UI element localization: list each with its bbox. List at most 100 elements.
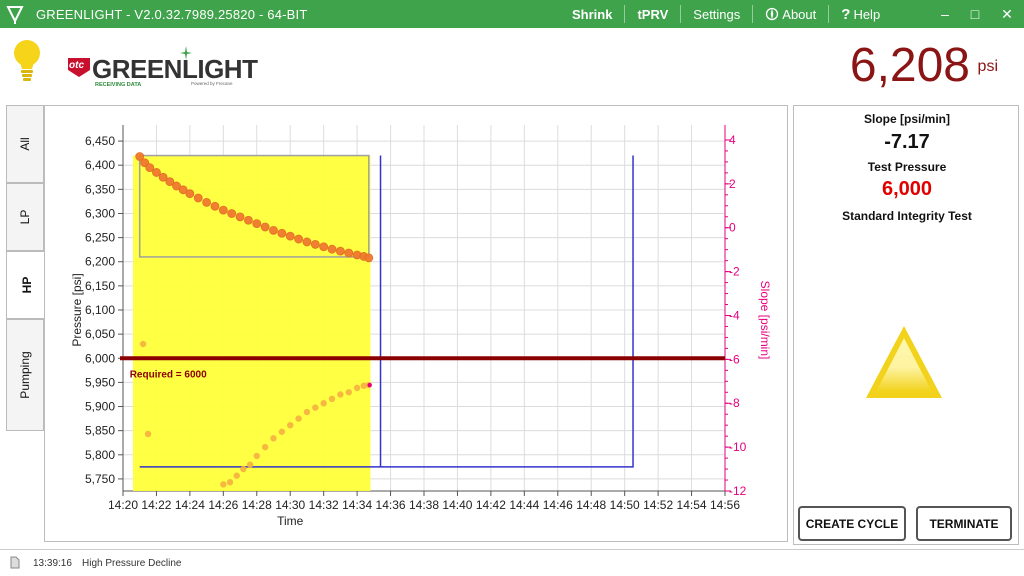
- x-tick-label: 14:54: [677, 498, 707, 512]
- menu-divider: [828, 5, 830, 23]
- y2-tick-label: -10: [729, 440, 747, 454]
- x-tick-label: 14:38: [409, 498, 439, 512]
- help-icon: ?: [841, 5, 851, 23]
- powered-by-text: Powered by Frecane: [191, 81, 233, 86]
- x-tick-label: 14:56: [710, 498, 740, 512]
- maximize-button[interactable]: □: [958, 0, 992, 28]
- tab-all[interactable]: All: [6, 105, 44, 183]
- pressure-chart: 14:20 14:22 14:24 14:26 14:28 14:30 14:32 14:34…: [70, 125, 772, 528]
- x-tick-label: 14:24: [175, 498, 205, 512]
- tab-pumping[interactable]: Pumping: [6, 319, 44, 431]
- shrink-label: Shrink: [572, 6, 613, 22]
- menu-divider: [752, 5, 754, 23]
- x-tick-label: 14:46: [543, 498, 573, 512]
- sparkle-icon: [180, 46, 192, 60]
- pressure-point: [285, 231, 295, 241]
- y2-tick-label: -8: [729, 396, 740, 410]
- y-tick-label: 5,800: [85, 448, 115, 462]
- x-tick-label: 14:50: [610, 498, 640, 512]
- slope-point: [246, 461, 254, 468]
- x-tick-label: 14:32: [309, 498, 339, 512]
- slope-point: [295, 415, 302, 422]
- current-pressure-value: 6,208: [849, 39, 970, 92]
- minimize-button[interactable]: –: [928, 0, 962, 28]
- tprv-menu-item[interactable]: tPRV: [633, 7, 672, 22]
- app-logo-icon: [6, 6, 24, 24]
- slope-point: [312, 404, 319, 411]
- pressure-point: [202, 197, 212, 207]
- x-tick-label: 14:20: [108, 498, 138, 512]
- required-pressure-label: Required = 6000: [130, 369, 207, 380]
- slope-label: Slope [psi/min]: [863, 112, 950, 126]
- slope-point: [261, 443, 269, 451]
- y2-tick-label: -6: [729, 352, 740, 366]
- y2-tick-label: 4: [729, 133, 736, 147]
- settings-menu-item[interactable]: Settings: [689, 7, 744, 22]
- y-tick-label: 6,300: [85, 206, 115, 220]
- slope-point: [139, 340, 147, 348]
- test-pressure-value: 6,000: [881, 178, 933, 200]
- lightbulb-icon: [14, 40, 40, 81]
- warning-triangle-icon: [866, 326, 942, 398]
- y-tick-label: 6,250: [85, 231, 115, 245]
- pressure-point: [260, 222, 270, 232]
- y-axis-title: Pressure [psi]: [70, 273, 84, 346]
- pressure-point: [235, 212, 245, 222]
- receiving-status: RECEIVING DATA: [95, 82, 142, 88]
- document-icon: [10, 556, 20, 569]
- tab-lp[interactable]: LP: [6, 183, 44, 251]
- help-label: Help: [853, 6, 881, 22]
- about-label: About: [782, 6, 817, 22]
- status-message: High Pressure Decline: [82, 558, 182, 569]
- test-pressure-label: Test Pressure: [867, 160, 947, 174]
- pressure-point: [227, 209, 237, 218]
- x-tick-label: 14:34: [342, 498, 372, 512]
- shrink-menu-item[interactable]: Shrink: [568, 7, 616, 22]
- status-bar: 13:39:16 High Pressure Decline: [0, 549, 1024, 576]
- slope-point: [303, 408, 311, 416]
- y-tick-label: 5,900: [85, 400, 115, 414]
- slope-point: [253, 452, 260, 460]
- brand-logo: otc GREENLIGHT RECEIVING DATA Powered by…: [64, 46, 258, 94]
- create-cycle-button[interactable]: CREATE CYCLE: [798, 506, 906, 541]
- compass-icon: [766, 7, 779, 21]
- pressure-chart-panel: 14:20 14:22 14:24 14:26 14:28 14:30 14:32 14:34…: [44, 105, 788, 542]
- help-menu-item[interactable]: ? Help: [837, 6, 884, 23]
- y-tick-label: 6,000: [85, 351, 115, 365]
- pressure-point: [269, 225, 278, 235]
- x-tick-label: 14:28: [242, 498, 272, 512]
- tab-hp[interactable]: HP: [6, 251, 46, 319]
- slope-point: [220, 481, 227, 488]
- slope-point: [240, 465, 247, 473]
- pressure-point: [319, 242, 329, 252]
- view-tabs: All LP HP Pumping: [6, 105, 46, 533]
- y-tick-label: 5,950: [85, 375, 115, 389]
- x-tick-label: 14:30: [275, 498, 305, 512]
- y-tick-label: 6,100: [85, 303, 115, 317]
- y-tick-label: 6,050: [85, 327, 115, 341]
- brand-mark-text: otc: [69, 60, 84, 71]
- tab-hp-label: HP: [19, 276, 34, 294]
- pressure-point: [252, 219, 262, 229]
- y-tick-label: 6,150: [85, 279, 115, 293]
- about-menu-item[interactable]: About: [761, 7, 820, 22]
- slope-value: -7.17: [884, 131, 930, 153]
- close-button[interactable]: ✕: [990, 0, 1024, 28]
- window-title: GREENLIGHT - V2.0.32.7989.25820 - 64-BIT: [36, 6, 308, 22]
- pressure-point: [193, 193, 203, 203]
- y-tick-label: 6,450: [85, 134, 115, 148]
- terminate-button[interactable]: TERMINATE: [916, 506, 1012, 541]
- current-pressure-unit: psi: [977, 58, 998, 75]
- menu-divider: [680, 5, 682, 23]
- hold-period-highlight: [133, 155, 371, 491]
- pressure-point: [218, 205, 228, 215]
- slope-point: [337, 391, 344, 398]
- y2-tick-label: 0: [729, 221, 736, 235]
- x-tick-label: 14:44: [509, 498, 539, 512]
- y-tick-label: 5,750: [85, 472, 115, 486]
- x-tick-label: 14:48: [576, 498, 606, 512]
- y2-tick-label: 2: [729, 177, 736, 191]
- y-tick-label: 6,350: [85, 182, 115, 196]
- tprv-label: tPRV: [637, 6, 669, 22]
- test-summary-panel: Slope [psi/min] -7.17 Test Pressure 6,00…: [793, 105, 1019, 545]
